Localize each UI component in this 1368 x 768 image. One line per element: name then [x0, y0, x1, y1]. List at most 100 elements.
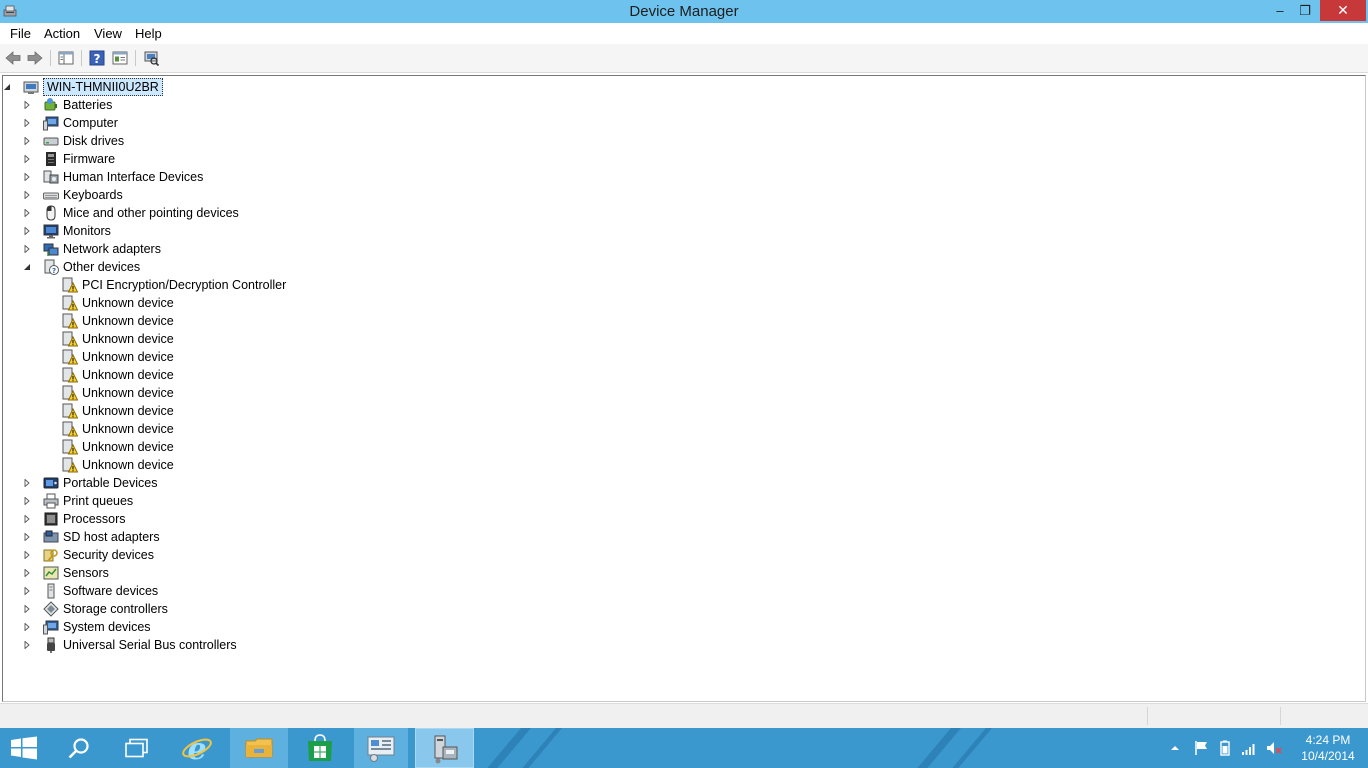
volume-muted-icon[interactable] [1266, 740, 1282, 756]
tree-item-label: Universal Serial Bus controllers [63, 638, 237, 652]
collapse-arrow-icon[interactable] [23, 263, 31, 271]
file-explorer-button[interactable] [230, 728, 288, 768]
tree-item-label: Unknown device [82, 332, 174, 346]
tree-item-label: Firmware [63, 152, 116, 166]
show-hidden-icons-icon[interactable] [1169, 742, 1181, 754]
warning-device-icon [62, 295, 78, 311]
expand-arrow-icon[interactable] [23, 155, 31, 163]
monitor-icon [43, 224, 59, 239]
tree-item-label: Other devices [63, 260, 141, 274]
tree-item-label: Network adapters [63, 242, 161, 256]
tree-item-label: Storage controllers [63, 602, 168, 616]
expand-arrow-icon[interactable] [23, 191, 31, 199]
file-explorer-icon [245, 738, 273, 758]
back-icon[interactable] [4, 49, 22, 67]
expand-arrow-icon[interactable] [23, 119, 31, 127]
software-device-icon [47, 583, 55, 599]
minimize-button[interactable]: ‒ [1268, 0, 1292, 21]
expand-arrow-icon[interactable] [23, 497, 31, 505]
maximize-button[interactable]: ❐ [1293, 0, 1317, 21]
mouse-icon [46, 205, 56, 221]
expand-arrow-icon[interactable] [23, 551, 31, 559]
menu-view[interactable]: View [94, 26, 122, 41]
warning-device-icon [62, 403, 78, 419]
warning-device-icon [62, 421, 78, 437]
expand-arrow-icon[interactable] [23, 245, 31, 253]
control-panel-button[interactable] [354, 728, 408, 768]
network-signal-icon[interactable] [1241, 740, 1257, 756]
svg-text:e: e [187, 732, 206, 764]
clock-time: 4:24 PM [1305, 733, 1351, 747]
forward-icon[interactable] [26, 49, 44, 67]
help-icon[interactable]: ? [88, 49, 106, 67]
clock[interactable]: 4:24 PM 10/4/2014 [1290, 732, 1366, 764]
power-icon[interactable] [1217, 740, 1233, 756]
warning-device-icon [62, 385, 78, 401]
tree-item-label: SD host adapters [63, 530, 160, 544]
menu-help[interactable]: Help [135, 26, 162, 41]
expand-arrow-icon[interactable] [23, 173, 31, 181]
expand-arrow-icon[interactable] [23, 479, 31, 487]
warning-device-icon [62, 313, 78, 329]
device-manager-taskbar-button[interactable] [415, 728, 474, 768]
tree-item-label: Security devices [63, 548, 155, 562]
device-tree[interactable]: WIN-THMNII0U2BR Batteries Computer Disk dri… [2, 75, 1366, 702]
show-hide-console-tree-icon[interactable] [57, 49, 75, 67]
expand-arrow-icon[interactable] [23, 641, 31, 649]
warning-device-icon [62, 277, 78, 293]
expand-arrow-icon[interactable] [23, 605, 31, 613]
warning-device-icon [62, 367, 78, 383]
expand-arrow-icon[interactable] [23, 515, 31, 523]
store-icon[interactable] [304, 734, 336, 762]
svg-text:?: ? [94, 52, 101, 66]
device-manager-icon [434, 735, 458, 764]
security-device-icon [43, 549, 58, 562]
expand-arrow-icon[interactable] [23, 623, 31, 631]
svg-text:?: ? [52, 267, 56, 275]
expand-arrow-icon[interactable] [23, 209, 31, 217]
window-title: Device Manager [629, 3, 739, 20]
close-button[interactable]: ✕ [1320, 0, 1366, 21]
expand-arrow-icon[interactable] [23, 137, 31, 145]
tree-item-label: Unknown device [82, 296, 174, 310]
collapse-arrow-icon[interactable] [3, 83, 11, 91]
menu-action[interactable]: Action [44, 26, 80, 41]
tree-item-label: Unknown device [82, 386, 174, 400]
menu-bar: File Action View Help [0, 23, 1368, 44]
hid-icon [43, 170, 59, 184]
warning-device-icon [62, 439, 78, 455]
warning-device-icon [62, 349, 78, 365]
expand-arrow-icon[interactable] [23, 227, 31, 235]
tree-item-label: Software devices [63, 584, 159, 598]
tree-item-label: Disk drives [63, 134, 125, 148]
task-view-icon[interactable] [124, 738, 150, 758]
start-icon[interactable] [9, 736, 39, 760]
search-icon[interactable] [66, 736, 92, 760]
tree-item-label: Mice and other pointing devices [63, 206, 239, 220]
sensor-icon [43, 566, 59, 580]
action-center-flag-icon[interactable] [1193, 740, 1209, 756]
menu-file[interactable]: File [10, 26, 31, 41]
tree-item-label: Portable Devices [63, 476, 158, 490]
disk-drive-icon [43, 137, 59, 146]
expand-arrow-icon[interactable] [23, 533, 31, 541]
properties-icon[interactable] [111, 49, 129, 67]
battery-icon [44, 98, 57, 111]
usb-icon [47, 637, 55, 653]
taskbar: e 4:24 PM 10/4/2014 [0, 728, 1368, 768]
toolbar: ? [0, 44, 1368, 73]
tree-item-label: PCI Encryption/Decryption Controller [82, 278, 287, 292]
tree-item-label: Human Interface Devices [63, 170, 204, 184]
portable-device-icon [43, 477, 59, 489]
processor-icon [44, 512, 58, 526]
scan-hardware-icon[interactable] [142, 49, 160, 67]
clock-date: 10/4/2014 [1301, 749, 1355, 763]
expand-arrow-icon[interactable] [23, 569, 31, 577]
tree-item-label: Sensors [63, 566, 109, 580]
sd-adapter-icon [43, 530, 59, 543]
tree-item-label: Batteries [63, 98, 113, 112]
expand-arrow-icon[interactable] [23, 101, 31, 109]
expand-arrow-icon[interactable] [23, 587, 31, 595]
internet-explorer-icon[interactable]: e [180, 732, 214, 764]
computer-icon [43, 116, 59, 131]
